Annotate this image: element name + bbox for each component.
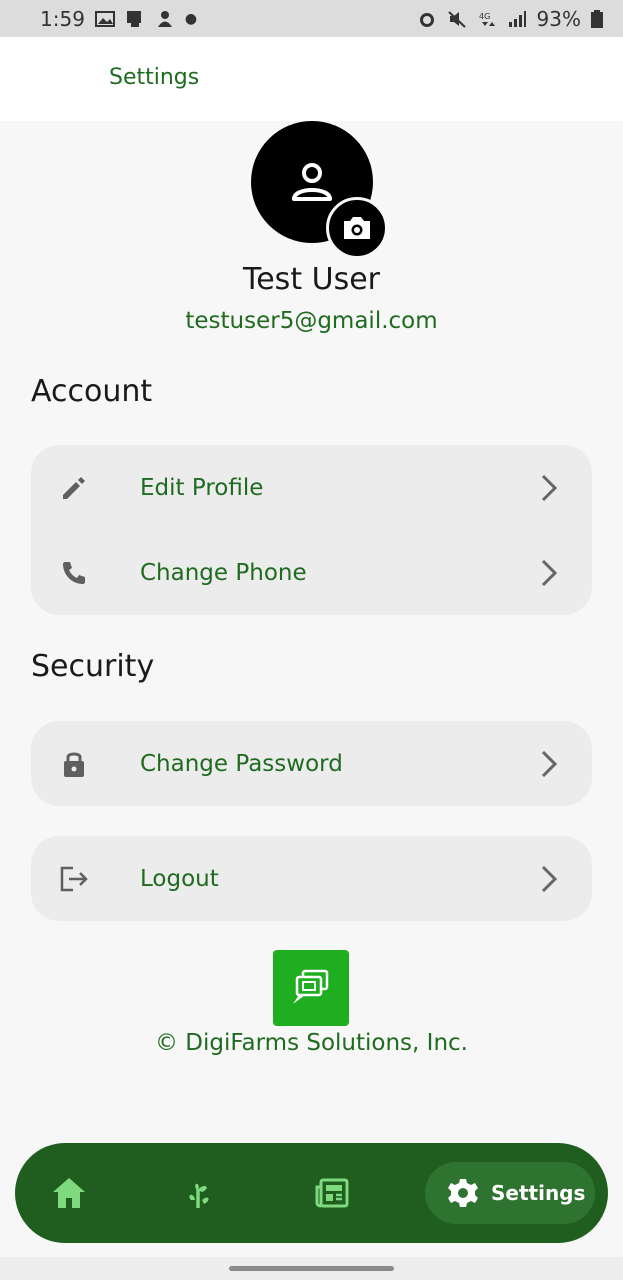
page-title: Settings [109,65,200,90]
mute-icon [447,10,466,28]
user-email: testuser5@gmail.com [185,308,438,334]
security-card: Change Password [31,721,592,806]
lock-icon [59,749,89,779]
nav-crops[interactable] [174,1168,224,1218]
pencil-icon [59,473,89,503]
digifarms-logo [273,950,349,1026]
gallery-icon [94,10,115,27]
chevron-right-icon [538,558,560,588]
nav-news[interactable] [307,1168,357,1218]
nav-settings-label: Settings [491,1181,586,1205]
signal-icon [508,10,526,27]
logout-card: Logout [31,836,592,921]
change-password-row[interactable]: Change Password [31,721,592,806]
app-notification-icon [157,10,172,27]
logout-label: Logout [140,865,219,892]
status-bar: 1:59 ● 4G 93% [0,0,623,37]
battery-percent: 93% [536,6,581,31]
nav-home[interactable] [44,1168,94,1218]
status-bar-left: 1:59 ● [40,7,197,31]
battery-icon [591,9,603,28]
copyright-text: © DigiFarms Solutions, Inc. [155,1030,468,1056]
change-password-label: Change Password [140,750,343,777]
chevron-right-icon [538,473,560,503]
change-photo-button[interactable] [326,197,388,259]
nav-settings[interactable]: Settings [425,1162,595,1224]
camera-icon [344,217,370,239]
status-bar-right: 4G 93% [417,7,603,31]
status-time: 1:59 [40,6,85,31]
svg-text:4G: 4G [479,12,490,21]
logout-icon [59,864,89,894]
chevron-right-icon [538,749,560,779]
home-icon [53,1178,85,1208]
section-title-account: Account [31,374,153,409]
logo-mark-icon [293,969,329,1004]
news-icon [315,1178,349,1208]
home-indicator[interactable] [229,1266,394,1271]
person-icon [292,163,332,201]
phone-icon [59,558,89,588]
gear-icon [448,1179,478,1207]
plant-icon [189,1183,209,1208]
bottom-navigation: Settings [15,1143,608,1243]
logout-row[interactable]: Logout [31,836,592,921]
edit-profile-label: Edit Profile [140,474,264,501]
user-name: Test User [243,262,380,297]
network-4g-icon: 4G [479,12,495,26]
chevron-right-icon [538,864,560,894]
edit-profile-row[interactable]: Edit Profile [31,445,592,530]
section-title-security: Security [31,649,155,684]
account-card: Edit Profile Change Phone [31,445,592,615]
app-bar: Settings [0,37,623,121]
more-notifications-dot: ● [184,10,198,27]
change-phone-label: Change Phone [140,559,307,586]
alarm-icon [419,12,434,27]
change-phone-row[interactable]: Change Phone [31,530,592,615]
notification-icon [126,10,141,27]
